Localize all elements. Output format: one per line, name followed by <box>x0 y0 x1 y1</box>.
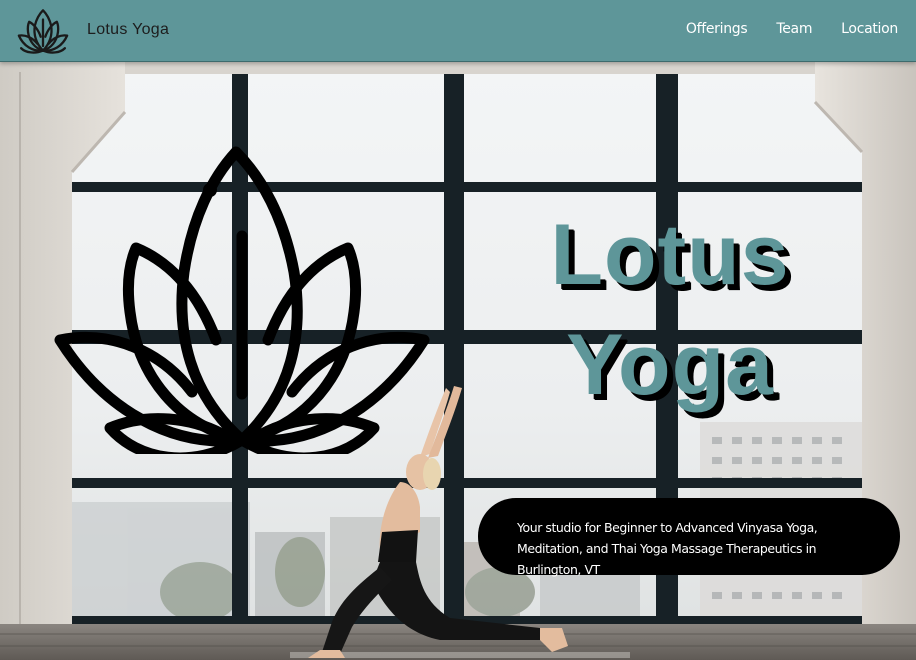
lotus-logo-icon[interactable] <box>14 8 72 54</box>
hero-title-line1: Lotus <box>550 207 790 303</box>
navbar: Lotus Yoga Offerings Team Location <box>0 0 916 62</box>
hero-title: Lotus Yoga <box>520 200 820 420</box>
nav-links: Offerings Team Location <box>686 21 898 37</box>
nav-link-team[interactable]: Team <box>776 21 812 37</box>
nav-link-offerings[interactable]: Offerings <box>686 21 748 37</box>
hero-lotus-icon <box>54 146 430 454</box>
nav-link-location[interactable]: Location <box>841 21 898 37</box>
hero-title-line2: Yoga <box>566 317 774 413</box>
nav-brand[interactable]: Lotus Yoga <box>87 21 169 39</box>
hero-tagline: Your studio for Beginner to Advanced Vin… <box>478 498 900 577</box>
hero-section: Lotus Yoga Your studio for Beginner to A… <box>0 62 916 660</box>
